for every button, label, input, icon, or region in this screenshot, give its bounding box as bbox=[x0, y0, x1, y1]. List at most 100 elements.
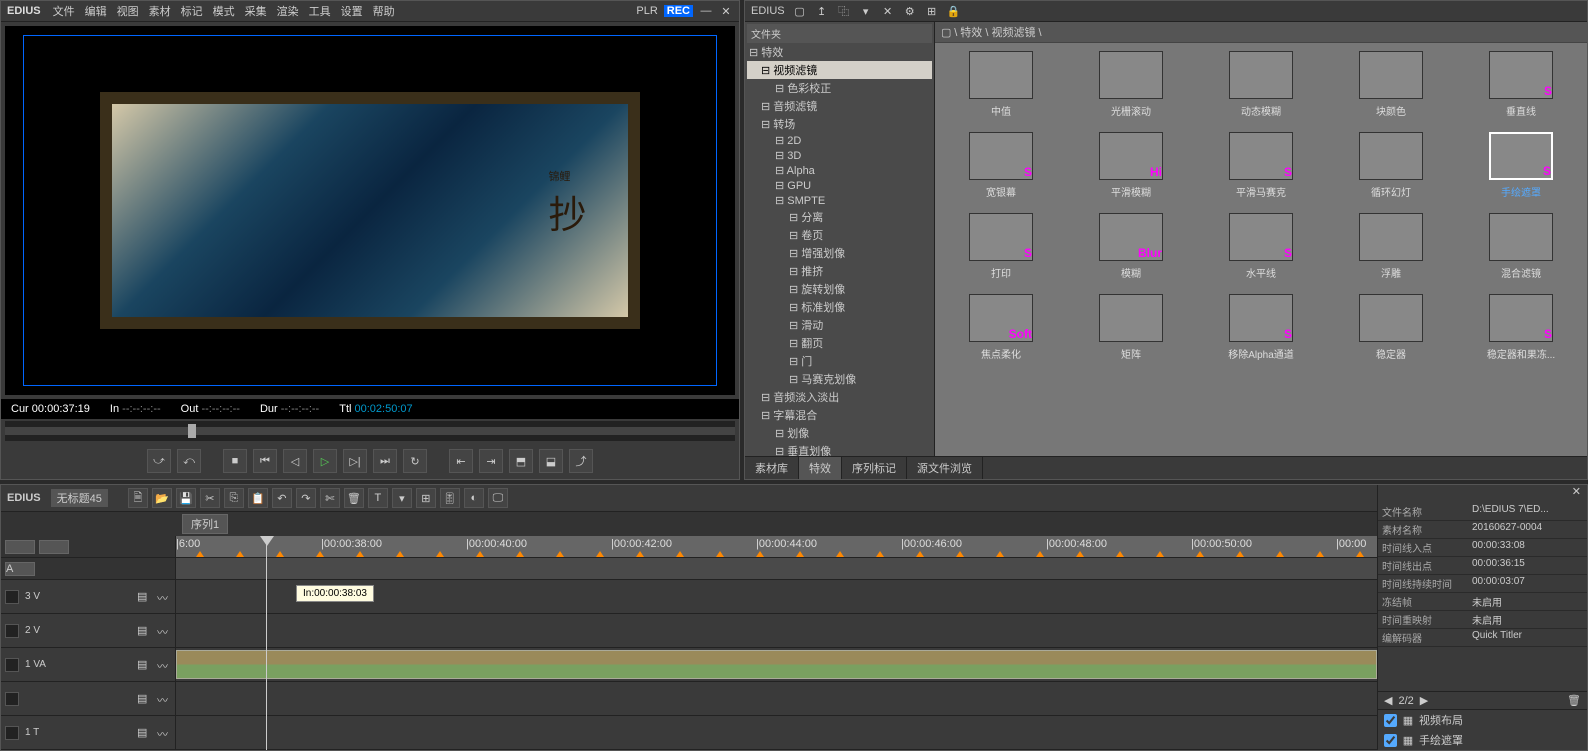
track-lock-icon[interactable]: ▤ bbox=[137, 726, 151, 740]
track-header[interactable]: 1 T▤〰 bbox=[1, 716, 175, 750]
tree-node[interactable]: ⊟ 划像 bbox=[747, 424, 932, 442]
track-wave-icon[interactable]: 〰 bbox=[157, 624, 171, 638]
track-toggle[interactable] bbox=[5, 624, 19, 638]
pager-next-button[interactable]: ▶ bbox=[1420, 694, 1428, 707]
tree-node[interactable]: ⊟ GPU bbox=[747, 178, 932, 193]
effect-checkbox[interactable] bbox=[1384, 734, 1397, 747]
layout-button[interactable]: ⊞ bbox=[416, 488, 436, 508]
pager-prev-button[interactable]: ◀ bbox=[1384, 694, 1392, 707]
tree-node[interactable]: ⊟ Alpha bbox=[747, 163, 932, 178]
timeline-tracks[interactable]: |6:00|00:00:38:00|00:00:40:00|00:00:42:0… bbox=[176, 536, 1377, 750]
minimize-icon[interactable]: — bbox=[699, 4, 713, 18]
save-button[interactable]: 💾 bbox=[176, 488, 196, 508]
tree-node[interactable]: ⊟ 垂直划像 bbox=[747, 442, 932, 456]
trash-icon[interactable]: 🗑 bbox=[1567, 694, 1581, 707]
lock-icon[interactable]: 🔒 bbox=[947, 4, 961, 18]
effects-tab[interactable]: 序列标记 bbox=[842, 457, 907, 479]
track-wave-icon[interactable]: 〰 bbox=[157, 590, 171, 604]
a-toggle-chip[interactable]: A bbox=[5, 562, 35, 576]
tree-node[interactable]: ⊟ 旋转划像 bbox=[747, 280, 932, 298]
track-header[interactable]: 1 VA▤〰 bbox=[1, 648, 175, 682]
track-toggle[interactable] bbox=[5, 692, 19, 706]
track-lock-icon[interactable]: ▤ bbox=[137, 692, 151, 706]
effect-item[interactable]: S手绘遮罩 bbox=[1463, 132, 1579, 199]
copy-button[interactable]: ⎘ bbox=[224, 488, 244, 508]
effect-item[interactable]: 光栅滚动 bbox=[1073, 51, 1189, 118]
undo-button[interactable]: ↶ bbox=[272, 488, 292, 508]
track-header[interactable]: 3 V▤〰 bbox=[1, 580, 175, 614]
menu-item[interactable]: 模式 bbox=[213, 3, 235, 19]
tree-node[interactable]: ⊟ 分离 bbox=[747, 208, 932, 226]
folder-icon[interactable]: ▢ bbox=[793, 4, 807, 18]
effect-item[interactable]: 中值 bbox=[943, 51, 1059, 118]
fastfwd-button[interactable]: ⏭ bbox=[373, 449, 397, 473]
menu-item[interactable]: 文件 bbox=[53, 3, 75, 19]
effects-tree[interactable]: 文件夹 ⊟ 特效⊟ 视频滤镜⊟ 色彩校正⊟ 音频滤镜⊟ 转场⊟ 2D⊟ 3D⊟ … bbox=[745, 22, 935, 456]
tree-node[interactable]: ⊟ 滑动 bbox=[747, 316, 932, 334]
scrub-handle[interactable] bbox=[188, 424, 196, 438]
paste-button[interactable]: 📋 bbox=[248, 488, 268, 508]
timeline-clip[interactable] bbox=[176, 650, 1377, 679]
tree-node[interactable]: ⊟ 字幕混合 bbox=[747, 406, 932, 424]
track-toggle[interactable] bbox=[5, 658, 19, 672]
rewind-button[interactable]: ⏮ bbox=[253, 449, 277, 473]
effects-tab[interactable]: 源文件浏览 bbox=[907, 457, 983, 479]
effect-item[interactable]: S垂直线 bbox=[1463, 51, 1579, 118]
tree-node[interactable]: ⊟ 视频滤镜 bbox=[747, 61, 932, 79]
playhead[interactable] bbox=[266, 536, 267, 750]
new-button[interactable]: 🗎 bbox=[128, 488, 148, 508]
tree-node[interactable]: ⊟ 马赛克划像 bbox=[747, 370, 932, 388]
tree-node[interactable]: ⊟ 特效 bbox=[747, 43, 932, 61]
tree-node[interactable]: ⊟ 转场 bbox=[747, 115, 932, 133]
up-icon[interactable]: ↥ bbox=[815, 4, 829, 18]
open-button[interactable]: 📂 bbox=[152, 488, 172, 508]
tree-node[interactable]: ⊟ 标准划像 bbox=[747, 298, 932, 316]
delete-clip-button[interactable]: 🗑 bbox=[344, 488, 364, 508]
mark-out-button[interactable]: ⇥ bbox=[479, 449, 503, 473]
tree-node[interactable]: ⊟ 推挤 bbox=[747, 262, 932, 280]
effect-item[interactable]: S宽银幕 bbox=[943, 132, 1059, 199]
sequence-tab[interactable]: 序列1 bbox=[182, 514, 228, 534]
loop-button[interactable]: ↻ bbox=[403, 449, 427, 473]
tree-node[interactable]: ⊟ 门 bbox=[747, 352, 932, 370]
a-mode-chip[interactable] bbox=[39, 540, 69, 554]
stop-button[interactable]: ■ bbox=[223, 449, 247, 473]
effect-item[interactable]: 动态模糊 bbox=[1203, 51, 1319, 118]
track-toggle[interactable] bbox=[5, 590, 19, 604]
mixer-button[interactable]: 🎚 bbox=[440, 488, 460, 508]
scrub-bar[interactable] bbox=[5, 421, 735, 441]
effect-checkbox[interactable] bbox=[1384, 714, 1397, 727]
menu-item[interactable]: 帮助 bbox=[373, 3, 395, 19]
track-toggle[interactable] bbox=[5, 726, 19, 740]
effect-item[interactable]: S稳定器和果冻... bbox=[1463, 294, 1579, 361]
track-header[interactable]: ▤〰 bbox=[1, 682, 175, 716]
menu-item[interactable]: 工具 bbox=[309, 3, 331, 19]
effect-item[interactable]: S水平线 bbox=[1203, 213, 1319, 280]
arrow-icon[interactable]: ▾ bbox=[859, 4, 873, 18]
menu-item[interactable]: 渲染 bbox=[277, 3, 299, 19]
marker-button[interactable]: ▾ bbox=[392, 488, 412, 508]
preview-area[interactable]: 锦鲤 抄 bbox=[5, 26, 735, 395]
timeline-ruler-sub[interactable] bbox=[176, 558, 1377, 580]
close-icon[interactable]: ✕ bbox=[719, 4, 733, 18]
effects-tab[interactable]: 素材库 bbox=[745, 457, 799, 479]
set-in-button[interactable]: ⤻ bbox=[147, 449, 171, 473]
track-lane[interactable] bbox=[176, 682, 1377, 716]
track-lock-icon[interactable]: ▤ bbox=[137, 590, 151, 604]
v-mode-chip[interactable] bbox=[5, 540, 35, 554]
export-button[interactable]: ⤴ bbox=[569, 449, 593, 473]
effect-item[interactable]: 矩阵 bbox=[1073, 294, 1189, 361]
tree-node[interactable]: ⊟ 音频淡入淡出 bbox=[747, 388, 932, 406]
insert-button[interactable]: ⬒ bbox=[509, 449, 533, 473]
effects-tab[interactable]: 特效 bbox=[799, 457, 842, 479]
play-button[interactable]: ▷ bbox=[313, 449, 337, 473]
applied-effect-row[interactable]: ▦手绘遮罩 bbox=[1378, 730, 1587, 750]
effect-item[interactable]: 块颜色 bbox=[1333, 51, 1449, 118]
properties-close-button[interactable]: ✕ bbox=[1378, 485, 1587, 503]
effect-item[interactable]: Soft焦点柔化 bbox=[943, 294, 1059, 361]
track-header[interactable]: 2 V▤〰 bbox=[1, 614, 175, 648]
next-frame-button[interactable]: ▷| bbox=[343, 449, 367, 473]
menu-item[interactable]: 采集 bbox=[245, 3, 267, 19]
monitor-button[interactable]: 🖵 bbox=[488, 488, 508, 508]
track-lane[interactable] bbox=[176, 648, 1377, 682]
